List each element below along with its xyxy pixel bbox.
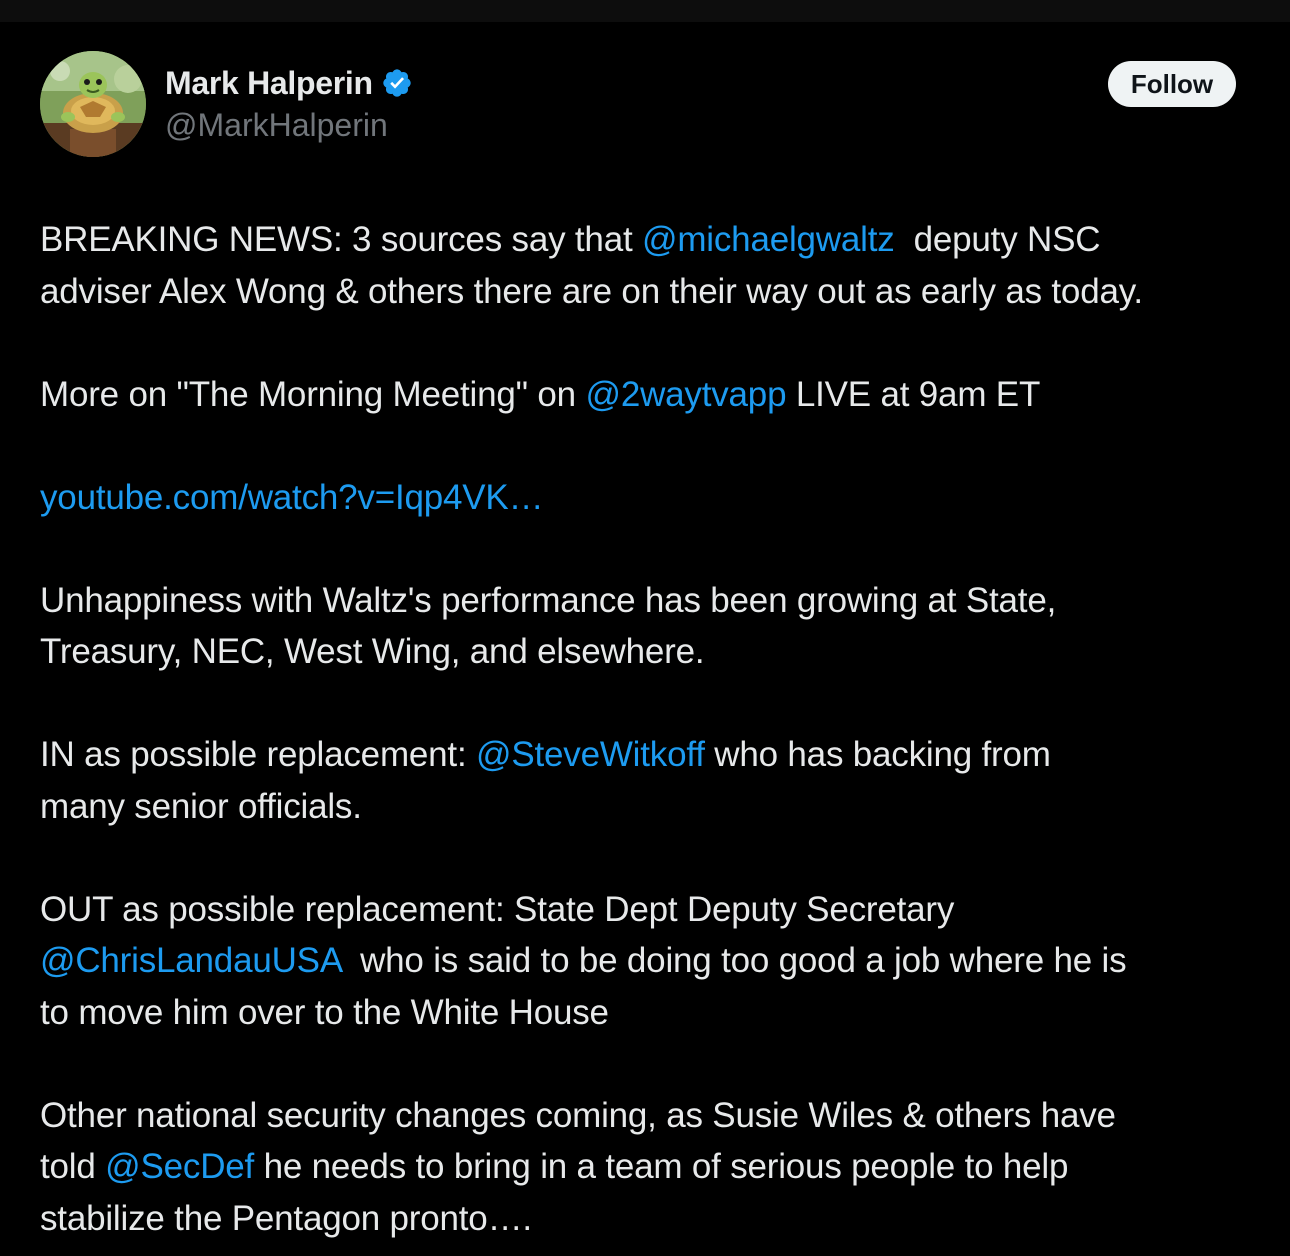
paragraph-breaking-news: BREAKING NEWS: 3 sources say that @micha… bbox=[40, 214, 1265, 317]
display-name-row: Mark Halperin bbox=[165, 61, 413, 105]
tweet-text: BREAKING NEWS: 3 sources say that @micha… bbox=[40, 214, 1265, 1244]
author-info: Mark Halperin @MarkHalperin bbox=[165, 61, 413, 144]
text-line: Other national security changes coming, … bbox=[40, 1095, 1116, 1135]
text-line: BREAKING NEWS: 3 sources say that @micha… bbox=[40, 214, 1265, 266]
text-line: to move him over to the White House bbox=[40, 992, 609, 1032]
tweet-header: Mark Halperin @MarkHalperin Follow bbox=[40, 51, 1240, 161]
mention-link[interactable]: @SecDef bbox=[105, 1147, 254, 1186]
verified-badge-icon[interactable] bbox=[381, 67, 413, 99]
text-segment: LIVE at 9am ET bbox=[786, 374, 1041, 414]
mention-link[interactable]: @2waytvapp bbox=[585, 375, 786, 414]
text-line: told @SecDef he needs to bring in a team… bbox=[40, 1141, 1265, 1193]
text-segment: who has backing from bbox=[704, 735, 1051, 774]
text-segment: told bbox=[40, 1147, 106, 1186]
paragraph-url: youtube.com/watch?v=Iqp4VK… bbox=[40, 472, 1265, 524]
paragraph-morning-meeting: More on "The Morning Meeting" on @2waytv… bbox=[40, 369, 1265, 421]
text-line: youtube.com/watch?v=Iqp4VK… bbox=[40, 472, 1265, 524]
paragraph-in-replacement: IN as possible replacement: @SteveWitkof… bbox=[40, 729, 1265, 832]
top-strip bbox=[0, 0, 1290, 22]
paragraph-out-replacement: OUT as possible replacement: State Dept … bbox=[40, 884, 1265, 1039]
text-line: OUT as possible replacement: State Dept … bbox=[40, 889, 955, 929]
follow-button[interactable]: Follow bbox=[1108, 61, 1236, 107]
text-line: Treasury, NEC, West Wing, and elsewhere. bbox=[40, 632, 705, 671]
youtube-link[interactable]: youtube.com/watch?v=Iqp4VK… bbox=[40, 478, 544, 517]
text-line: stabilize the Pentagon pronto…. bbox=[40, 1198, 532, 1238]
text-segment: IN as possible replacement: bbox=[40, 735, 477, 774]
text-segment: BREAKING NEWS: 3 sources say that bbox=[40, 220, 643, 259]
turtle-avatar-icon bbox=[40, 51, 146, 157]
text-line: IN as possible replacement: @SteveWitkof… bbox=[40, 729, 1265, 781]
text-segment: who is said to be doing too good a job w… bbox=[341, 941, 1127, 980]
text-line: many senior officials. bbox=[40, 786, 362, 826]
tweet: Mark Halperin @MarkHalperin Follow BREAK… bbox=[0, 22, 1290, 1256]
handle[interactable]: @MarkHalperin bbox=[165, 107, 413, 144]
mention-link[interactable]: @michaelgwaltz bbox=[642, 220, 895, 259]
text-segment: deputy NSC bbox=[894, 220, 1101, 259]
mention-link[interactable]: @SteveWitkoff bbox=[476, 735, 705, 774]
display-name[interactable]: Mark Halperin bbox=[165, 65, 373, 102]
text-line: adviser Alex Wong & others there are on … bbox=[40, 271, 1143, 311]
text-line: Unhappiness with Waltz's performance has… bbox=[40, 580, 1057, 620]
text-line: @ChrisLandauUSA who is said to be doing … bbox=[40, 935, 1265, 987]
mention-link[interactable]: @ChrisLandauUSA bbox=[40, 941, 341, 980]
paragraph-other-changes: Other national security changes coming, … bbox=[40, 1090, 1265, 1245]
text-line: More on "The Morning Meeting" on @2waytv… bbox=[40, 369, 1265, 421]
paragraph-unhappiness: Unhappiness with Waltz's performance has… bbox=[40, 575, 1265, 678]
avatar[interactable] bbox=[40, 51, 146, 157]
text-segment: More on "The Morning Meeting" on bbox=[40, 374, 586, 414]
text-segment: he needs to bring in a team of serious p… bbox=[254, 1147, 1069, 1186]
